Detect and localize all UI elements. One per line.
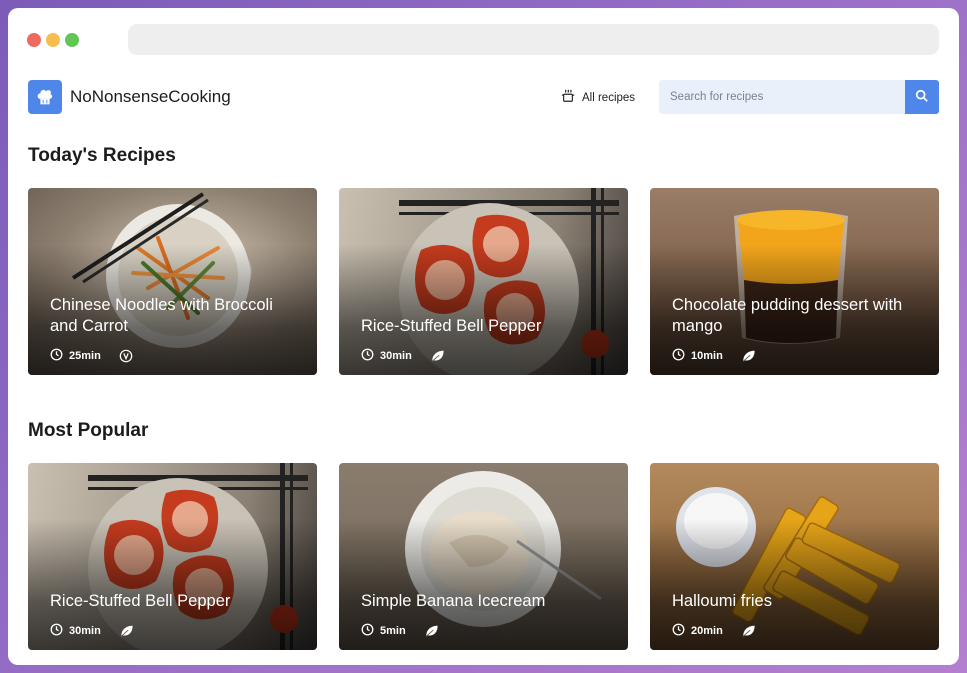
clock-icon: [672, 623, 685, 639]
clock-icon: [50, 623, 63, 639]
pot-icon: [561, 89, 575, 106]
cook-time: 10min: [691, 350, 723, 362]
vegan-v-icon: [119, 349, 133, 363]
leaf-icon: [741, 624, 756, 638]
recipe-card[interactable]: Simple Banana Icecream 5min: [339, 463, 628, 650]
cook-time: 20min: [691, 625, 723, 637]
recipe-title: Chinese Noodles with Broccoli and Carrot: [50, 296, 273, 335]
minimize-window-button[interactable]: [46, 33, 60, 47]
image-overlay: [650, 463, 939, 650]
leaf-icon: [424, 624, 439, 638]
recipe-meta: 30min: [361, 348, 445, 364]
image-overlay: [339, 463, 628, 650]
cook-time: 5min: [380, 625, 406, 637]
site-name[interactable]: NoNonsenseCooking: [70, 87, 231, 107]
recipe-title: Chocolate pudding dessert with mango: [672, 296, 903, 335]
recipe-card[interactable]: Rice-Stuffed Bell Pepper 30min: [339, 188, 628, 375]
search-input[interactable]: [659, 80, 905, 114]
all-recipes-link[interactable]: All recipes: [561, 89, 635, 106]
clock-icon: [50, 348, 63, 364]
most-popular-heading: Most Popular: [28, 420, 149, 441]
address-bar[interactable]: [128, 24, 939, 55]
recipe-card[interactable]: Chinese Noodles with Broccoli and Carrot…: [28, 188, 317, 375]
title-bar: [8, 8, 959, 70]
recipe-card[interactable]: Chocolate pudding dessert with mango 10m…: [650, 188, 939, 375]
leaf-icon: [741, 349, 756, 363]
recipe-meta: 5min: [361, 623, 439, 639]
recipe-card[interactable]: Halloumi fries 20min: [650, 463, 939, 650]
search-button[interactable]: [905, 80, 939, 114]
image-overlay: [28, 463, 317, 650]
cook-time: 30min: [69, 625, 101, 637]
browser-window: NoNonsenseCooking All recipes Search for…: [8, 8, 959, 665]
site-header: NoNonsenseCooking All recipes: [28, 80, 939, 114]
leaf-icon: [119, 624, 134, 638]
image-overlay: [28, 188, 317, 375]
search-bar: [659, 80, 939, 114]
recipe-title: Rice-Stuffed Bell Pepper: [50, 592, 231, 610]
clock-icon: [672, 348, 685, 364]
all-recipes-label: All recipes: [582, 91, 636, 104]
recipe-meta: 25min: [50, 348, 133, 364]
recipe-title: Rice-Stuffed Bell Pepper: [361, 317, 542, 335]
cook-time: 25min: [69, 350, 101, 362]
clock-icon: [361, 623, 374, 639]
clock-icon: [361, 348, 374, 364]
chef-hat-logo-icon[interactable]: [28, 80, 62, 114]
image-overlay: [650, 188, 939, 375]
close-window-button[interactable]: [27, 33, 41, 47]
leaf-icon: [430, 349, 445, 363]
recipe-card[interactable]: Rice-Stuffed Bell Pepper 30min: [28, 463, 317, 650]
cook-time: 30min: [380, 350, 412, 362]
search-icon: [915, 89, 929, 106]
recipe-title: Simple Banana Icecream: [361, 592, 546, 610]
image-overlay: [339, 188, 628, 375]
recipe-meta: 10min: [672, 348, 756, 364]
maximize-window-button[interactable]: [65, 33, 79, 47]
recipe-title: Halloumi fries: [672, 592, 772, 610]
todays-recipes-heading: Today's Recipes: [28, 145, 176, 166]
recipe-meta: 20min: [672, 623, 756, 639]
recipe-meta: 30min: [50, 623, 134, 639]
